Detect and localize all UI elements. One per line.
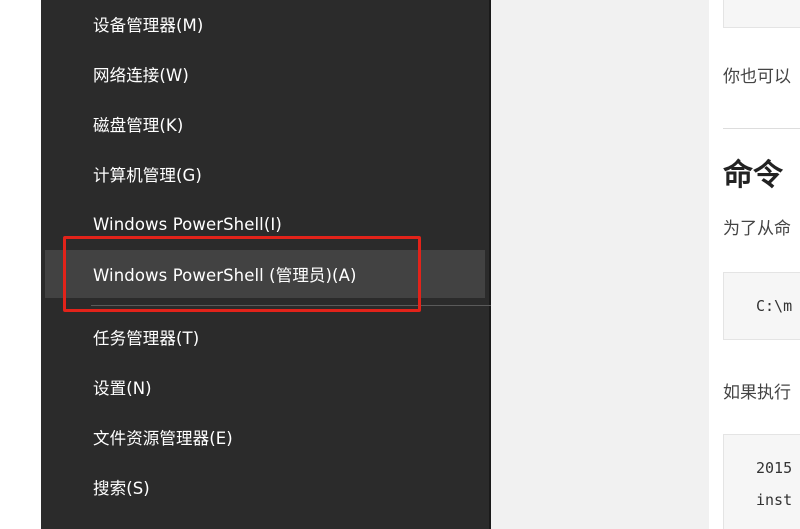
menu-item-label: 计算机管理(G) [93,166,202,185]
menu-item-label: Windows PowerShell(I) [93,214,282,234]
code-block: 2015 inst [723,434,800,529]
menu-item-file-explorer[interactable]: 文件资源管理器(E) [45,413,485,461]
left-gutter [0,0,41,529]
code-line: 2015 [756,459,793,477]
menu-item-computer-management[interactable]: 计算机管理(G) [45,150,485,198]
menu-item-label: 设置(N) [93,379,152,398]
menu-item-device-manager[interactable]: 设备管理器(M) [45,0,485,48]
doc-paragraph: 为了从命 [723,219,791,239]
menu-item-task-manager[interactable]: 任务管理器(T) [45,313,485,361]
menu-item-label: 网络连接(W) [93,66,189,85]
menu-item-settings[interactable]: 设置(N) [45,363,485,411]
menu-item-label: 搜索(S) [93,479,150,498]
code-block: C:\m [723,272,800,340]
menu-item-search[interactable]: 搜索(S) [45,463,485,511]
menu-item-disk-management[interactable]: 磁盘管理(K) [45,100,485,148]
section-divider [723,128,800,129]
background-pane [491,0,709,529]
code-line: inst [756,491,793,509]
menu-item-powershell-admin[interactable]: Windows PowerShell (管理员)(A) [45,250,485,298]
menu-separator [91,305,513,306]
code-line: C:\m [756,297,793,315]
menu-item-label: 文件资源管理器(E) [93,429,233,448]
screenshot-stage: 设备管理器(M) 网络连接(W) 磁盘管理(K) 计算机管理(G) Window… [0,0,800,529]
doc-paragraph: 你也可以 [723,67,791,87]
menu-item-label: Windows PowerShell (管理员)(A) [93,266,357,285]
doc-paragraph: 如果执行 [723,383,791,403]
document-pane: 你也可以 命令 为了从命 C:\m 如果执行 2015 inst [709,0,800,529]
menu-item-network-connections[interactable]: 网络连接(W) [45,50,485,98]
code-block-top [723,0,800,28]
menu-item-label: 磁盘管理(K) [93,116,184,135]
menu-item-powershell[interactable]: Windows PowerShell(I) [45,200,485,248]
winx-context-menu: 设备管理器(M) 网络连接(W) 磁盘管理(K) 计算机管理(G) Window… [41,0,513,529]
menu-item-label: 任务管理器(T) [93,329,200,348]
doc-heading: 命令 [723,158,783,193]
menu-item-label: 设备管理器(M) [93,16,204,35]
